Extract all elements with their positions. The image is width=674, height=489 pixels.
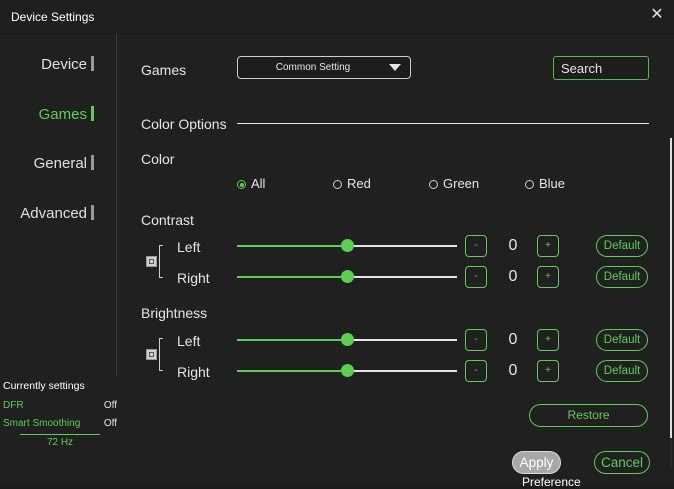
slider-thumb[interactable] <box>341 333 354 346</box>
scrollbar[interactable] <box>670 138 672 468</box>
brightness-right-slider[interactable] <box>237 364 457 378</box>
sidebar-item-device[interactable]: Device <box>41 56 94 73</box>
refresh-rate-value: 72 Hz <box>20 434 100 448</box>
status-row-dfr: DFR Off <box>3 400 117 411</box>
games-label: Games <box>141 62 187 78</box>
brightness-left-label: Left <box>177 333 201 349</box>
radio-label: Blue <box>539 176 566 191</box>
contrast-right-label: Right <box>177 270 210 286</box>
sidebar-item-label: General <box>33 155 87 172</box>
brightness-right-default-button[interactable]: Default <box>596 360 648 382</box>
sidebar-item-games[interactable]: Games <box>39 106 94 123</box>
slider-thumb[interactable] <box>341 239 354 252</box>
radio-red[interactable]: Red <box>333 176 371 191</box>
brightness-left-slider[interactable] <box>237 333 457 347</box>
contrast-left-plus-button[interactable]: + <box>537 235 559 257</box>
slider-thumb[interactable] <box>341 364 354 377</box>
sidebar-item-label: Games <box>38 106 87 123</box>
contrast-right-value: 0 <box>508 268 518 285</box>
close-icon[interactable]: ✕ <box>648 6 666 24</box>
link-icon[interactable] <box>146 349 157 360</box>
contrast-left-label: Left <box>177 239 201 255</box>
chevron-down-icon <box>389 64 401 71</box>
window-title: Device Settings <box>11 10 95 24</box>
contrast-right-slider[interactable] <box>237 270 457 284</box>
color-label: Color <box>141 151 175 167</box>
bar-indicator-icon <box>91 205 94 220</box>
sidebar: Device Games General Advanced <box>0 33 116 377</box>
status-key: Smart Smoothing <box>3 418 81 429</box>
contrast-right-minus-button[interactable]: - <box>465 266 487 288</box>
radio-selected-icon <box>237 180 246 189</box>
radio-icon <box>333 180 342 189</box>
radio-green[interactable]: Green <box>429 176 479 191</box>
contrast-right-plus-button[interactable]: + <box>537 266 559 288</box>
status-value: Off <box>103 418 117 429</box>
slider-fill <box>237 339 347 341</box>
restore-button[interactable]: Restore <box>529 404 648 427</box>
game-profile-select[interactable]: Common Setting <box>237 56 411 79</box>
radio-icon <box>429 180 438 189</box>
brightness-left-plus-button[interactable]: + <box>537 329 559 351</box>
bar-indicator-icon <box>91 155 94 170</box>
brightness-left-default-button[interactable]: Default <box>596 329 648 351</box>
radio-icon <box>525 180 534 189</box>
status-value: Off <box>103 400 117 411</box>
background-window-fragment: Preference <box>522 475 581 489</box>
sidebar-item-advanced[interactable]: Advanced <box>20 205 94 222</box>
main-content: Games Common Setting Color Options Color… <box>117 33 674 485</box>
brightness-right-label: Right <box>177 364 210 380</box>
select-value: Common Setting <box>275 62 351 73</box>
cancel-button[interactable]: Cancel <box>594 451 650 474</box>
sidebar-item-general[interactable]: General <box>34 155 94 172</box>
scrollbar-thumb[interactable] <box>670 138 672 438</box>
contrast-title: Contrast <box>141 212 194 228</box>
sidebar-item-label: Advanced <box>20 205 87 222</box>
radio-blue[interactable]: Blue <box>525 176 565 191</box>
device-settings-window: Device Settings ✕ Device Games General A… <box>0 0 674 489</box>
radio-label: Green <box>443 176 480 191</box>
brightness-left-value: 0 <box>508 331 518 348</box>
brightness-right-value: 0 <box>508 362 518 379</box>
brightness-title: Brightness <box>141 305 208 321</box>
link-bracket <box>159 245 163 278</box>
bar-indicator-icon <box>91 106 94 121</box>
contrast-left-value: 0 <box>508 237 518 254</box>
radio-label: All <box>251 176 266 191</box>
radio-label: Red <box>347 176 371 191</box>
current-settings-panel: Currently settings DFR Off Smart Smoothi… <box>0 377 118 457</box>
contrast-left-minus-button[interactable]: - <box>465 235 487 257</box>
bar-indicator-icon <box>91 56 94 71</box>
slider-fill <box>237 276 347 278</box>
slider-fill <box>237 370 347 372</box>
brightness-left-minus-button[interactable]: - <box>465 329 487 351</box>
link-bracket <box>159 338 163 371</box>
color-options-title: Color Options <box>141 116 227 132</box>
contrast-right-default-button[interactable]: Default <box>596 266 648 288</box>
contrast-left-slider[interactable] <box>237 239 457 253</box>
slider-thumb[interactable] <box>341 270 354 283</box>
sidebar-item-label: Device <box>41 56 87 73</box>
radio-all[interactable]: All <box>237 176 265 191</box>
title-bar: Device Settings ✕ <box>0 0 674 34</box>
apply-button[interactable]: Apply <box>512 451 561 474</box>
contrast-left-default-button[interactable]: Default <box>596 235 648 257</box>
search-input[interactable] <box>553 56 649 80</box>
link-icon[interactable] <box>146 256 157 267</box>
status-row-smart-smoothing: Smart Smoothing Off <box>3 418 117 429</box>
status-title: Currently settings <box>3 380 85 392</box>
status-key: DFR <box>3 400 24 411</box>
brightness-right-plus-button[interactable]: + <box>537 360 559 382</box>
section-divider <box>237 123 649 124</box>
slider-fill <box>237 245 347 247</box>
brightness-right-minus-button[interactable]: - <box>465 360 487 382</box>
